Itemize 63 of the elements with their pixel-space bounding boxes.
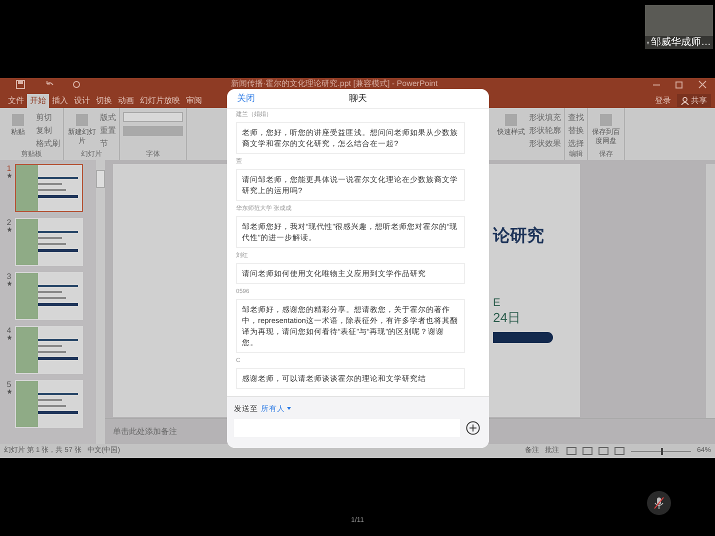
star-icon xyxy=(6,173,12,178)
person-icon xyxy=(681,96,689,104)
ribbon-tab[interactable]: 文件 xyxy=(5,94,27,108)
scrollbar[interactable] xyxy=(96,160,105,444)
slide-thumbnail[interactable] xyxy=(15,380,83,428)
ribbon-tab[interactable]: 幻灯片放映 xyxy=(137,94,183,108)
vertical-scrollbar[interactable] xyxy=(706,164,715,418)
mic-button[interactable] xyxy=(647,491,671,515)
ribbon-button[interactable]: 剪切 xyxy=(36,112,60,123)
participant-video[interactable]: 邹威华成师… xyxy=(645,5,713,49)
ribbon-tab[interactable]: 动画 xyxy=(115,94,137,108)
ribbon-button[interactable]: 复制 xyxy=(36,125,60,136)
add-icon[interactable] xyxy=(466,421,480,436)
ribbon-tab[interactable]: 设计 xyxy=(71,94,93,108)
star-icon xyxy=(6,335,12,340)
close-link[interactable]: 关闭 xyxy=(237,92,255,106)
slide-text: E xyxy=(493,296,502,310)
view-buttons-icon[interactable] xyxy=(564,447,625,455)
ribbon-button[interactable]: 替换 xyxy=(568,125,584,136)
close-icon[interactable] xyxy=(698,80,707,89)
slide-number: 3 xyxy=(6,272,12,281)
restore-icon[interactable] xyxy=(675,80,684,89)
ribbon-button-icon xyxy=(598,112,614,128)
chat-title: 聊天 xyxy=(348,92,367,105)
slide-number: 2 xyxy=(6,218,12,227)
slide-thumbnail[interactable] xyxy=(15,272,83,320)
ribbon-button[interactable]: 形状轮廓 xyxy=(529,125,561,136)
slide-thumbnail[interactable] xyxy=(15,218,83,266)
ribbon-tab[interactable]: 开始 xyxy=(27,94,49,108)
slide-date: 24日 xyxy=(493,310,522,326)
ribbon-button-icon xyxy=(503,112,519,128)
notes-placeholder[interactable]: 单击此处添加备注 xyxy=(113,426,177,438)
ribbon-tab[interactable]: 审阅 xyxy=(183,94,205,108)
star-icon xyxy=(6,281,12,286)
participant-name: 邹威华成师… xyxy=(651,38,711,48)
ribbon-button[interactable]: 选择 xyxy=(568,138,584,149)
save-icon[interactable] xyxy=(16,80,25,89)
slide-number: 1 xyxy=(6,164,12,173)
ribbon-button[interactable]: 查找 xyxy=(568,112,584,123)
ribbon-button-icon xyxy=(74,112,90,128)
sign-in-link[interactable]: 登录 xyxy=(649,94,677,106)
slide-bar xyxy=(493,332,553,343)
share-button[interactable]: 共享 xyxy=(677,94,711,107)
font-name-field[interactable] xyxy=(123,112,183,122)
slide-number: 4 xyxy=(6,326,12,335)
star-icon xyxy=(6,389,12,394)
slide-number: 5 xyxy=(6,380,12,389)
ribbon-button[interactable]: 形状填充 xyxy=(529,112,561,123)
slide-thumbnail[interactable] xyxy=(15,326,83,374)
window-title: 新闻传播·霍尔的文化理论研究.ppt [兼容模式] - PowerPoint xyxy=(231,80,438,88)
ribbon-tab[interactable]: 插入 xyxy=(49,94,71,108)
star-icon xyxy=(6,227,12,232)
ribbon-tab[interactable]: 切换 xyxy=(93,94,115,108)
slide-title: 论研究 xyxy=(493,226,545,246)
caret-icon xyxy=(287,407,291,410)
ribbon-button[interactable]: 版式 xyxy=(100,112,116,123)
ribbon-button[interactable]: 节 xyxy=(100,138,116,149)
ribbon-button[interactable]: 格式刷 xyxy=(36,138,60,149)
slide-thumbnail[interactable] xyxy=(15,164,83,212)
ribbon-button[interactable]: 形状效果 xyxy=(529,138,561,149)
ribbon-button[interactable]: 重置 xyxy=(100,125,116,136)
ribbon-button-icon xyxy=(10,112,26,128)
zoom-thumb[interactable] xyxy=(660,448,663,454)
